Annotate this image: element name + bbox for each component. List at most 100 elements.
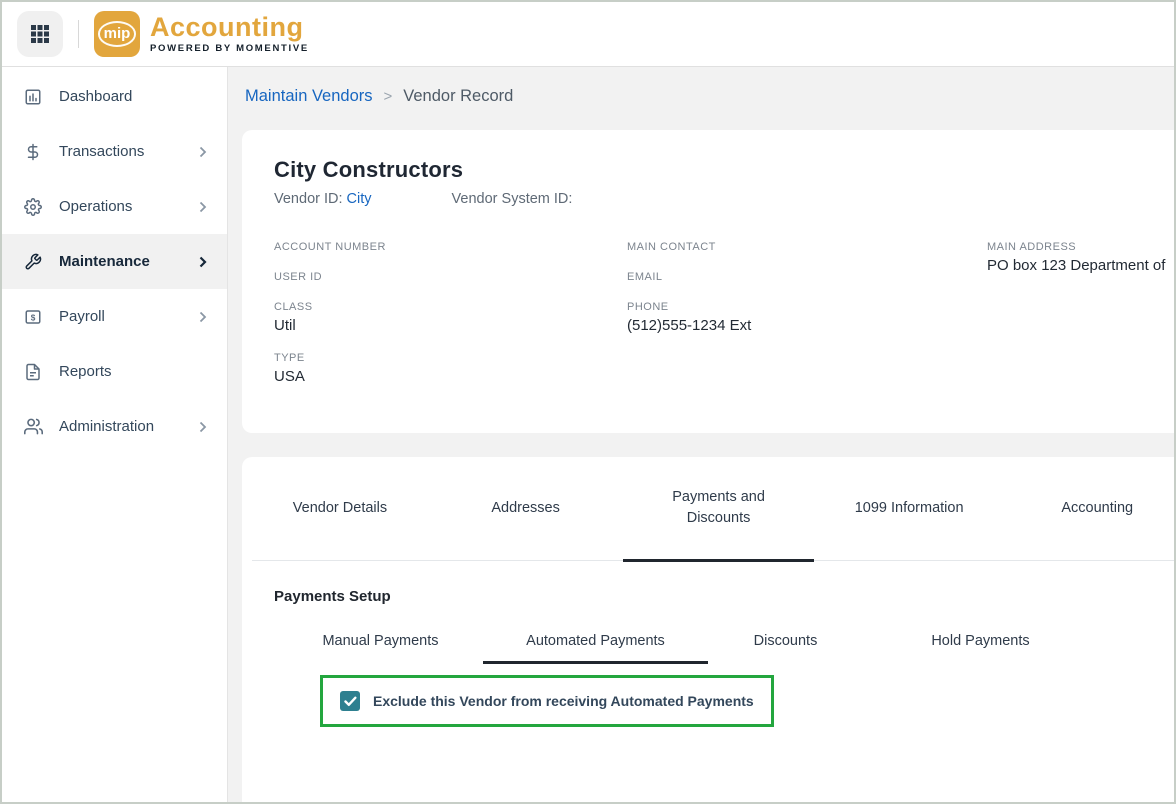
tab-addresses[interactable]: Addresses	[428, 457, 623, 562]
field-label: EMAIL	[627, 271, 987, 283]
subtab-automated-payments[interactable]: Automated Payments	[483, 617, 708, 664]
field-label: ACCOUNT NUMBER	[274, 241, 627, 253]
main-content: Maintain Vendors > Vendor Record City Co…	[228, 67, 1174, 802]
chevron-right-icon	[199, 311, 207, 323]
sidebar-item-label: Maintenance	[59, 253, 150, 270]
vendor-id: Vendor ID: City	[274, 191, 372, 207]
field-account-number: ACCOUNT NUMBER	[274, 241, 627, 253]
field-label: TYPE	[274, 352, 627, 364]
breadcrumb-link-maintain-vendors[interactable]: Maintain Vendors	[245, 87, 373, 106]
vendor-fields: ACCOUNT NUMBER USER ID CLASS Util TYPE U…	[274, 241, 1158, 403]
field-user-id: USER ID	[274, 271, 627, 283]
breadcrumb: Maintain Vendors > Vendor Record	[245, 87, 1174, 106]
gear-icon	[24, 198, 46, 216]
payroll-dollar-icon: $	[24, 308, 46, 326]
field-main-address: MAIN ADDRESS PO box 123 Department of	[987, 241, 1158, 274]
vendor-id-row: Vendor ID: City Vendor System ID:	[274, 191, 1158, 207]
dollar-icon	[24, 143, 46, 161]
top-bar: mip Accounting POWERED BY MOMENTIVE	[2, 2, 1174, 67]
vendor-id-link[interactable]: City	[347, 191, 372, 207]
field-email: EMAIL	[627, 271, 987, 283]
sidebar-item-label: Payroll	[59, 308, 105, 325]
header-divider	[78, 20, 79, 48]
chevron-right-icon	[199, 201, 207, 213]
document-icon	[24, 363, 46, 381]
brand-tagline: POWERED BY MOMENTIVE	[150, 43, 309, 54]
field-label: MAIN CONTACT	[627, 241, 987, 253]
field-label: USER ID	[274, 271, 627, 283]
svg-text:$: $	[31, 313, 36, 322]
field-value: USA	[274, 368, 627, 385]
sidebar-item-maintenance[interactable]: Maintenance	[2, 234, 227, 289]
field-label: MAIN ADDRESS	[987, 241, 1158, 253]
field-main-contact: MAIN CONTACT	[627, 241, 987, 253]
payments-setup-heading: Payments Setup	[274, 588, 1174, 605]
chevron-right-icon	[199, 146, 207, 158]
wrench-icon	[24, 253, 46, 271]
brand-block: Accounting POWERED BY MOMENTIVE	[150, 14, 309, 54]
subtab-label: Discounts	[754, 633, 818, 649]
app-window: mip Accounting POWERED BY MOMENTIVE Dash…	[0, 0, 1176, 804]
tab-accounting[interactable]: Accounting	[1004, 457, 1174, 562]
dashboard-icon	[24, 88, 46, 106]
vendor-tabs: Vendor Details Addresses Payments and Di…	[252, 457, 1174, 561]
grid-icon	[29, 23, 51, 45]
field-phone: PHONE (512)555-1234 Ext	[627, 301, 987, 334]
vendor-summary-card: City Constructors Vendor ID: City Vendor…	[242, 130, 1174, 433]
checkmark-icon	[344, 696, 357, 707]
subtab-discounts[interactable]: Discounts	[708, 617, 863, 664]
sidebar-item-label: Reports	[59, 363, 112, 380]
subtab-hold-payments[interactable]: Hold Payments	[863, 617, 1098, 664]
field-label: CLASS	[274, 301, 627, 313]
sidebar-item-reports[interactable]: Reports	[2, 344, 227, 399]
sidebar-item-operations[interactable]: Operations	[2, 179, 227, 234]
chevron-right-icon	[199, 256, 207, 268]
tab-vendor-details[interactable]: Vendor Details	[252, 457, 428, 562]
sidebar-nav: Dashboard Transactions Operations	[2, 67, 228, 802]
mip-logo-text: mip	[98, 21, 137, 47]
tab-label: Vendor Details	[293, 500, 387, 516]
breadcrumb-current: Vendor Record	[403, 87, 513, 106]
vendor-fields-column-3: MAIN ADDRESS PO box 123 Department of	[987, 241, 1158, 403]
field-type: TYPE USA	[274, 352, 627, 385]
vendor-system-id-label: Vendor System ID:	[452, 191, 573, 207]
app-launcher-button[interactable]	[17, 11, 63, 57]
field-class: CLASS Util	[274, 301, 627, 334]
sidebar-item-label: Dashboard	[59, 88, 132, 105]
subtab-label: Hold Payments	[931, 633, 1029, 649]
exclude-vendor-checkbox[interactable]	[340, 691, 360, 711]
field-value: (512)555-1234 Ext	[627, 317, 987, 334]
exclude-vendor-checkbox-label[interactable]: Exclude this Vendor from receiving Autom…	[373, 693, 754, 709]
exclude-vendor-highlight-box: Exclude this Vendor from receiving Autom…	[320, 675, 774, 727]
vendor-fields-column-1: ACCOUNT NUMBER USER ID CLASS Util TYPE U…	[274, 241, 627, 403]
vendor-fields-column-2: MAIN CONTACT EMAIL PHONE (512)555-1234 E…	[627, 241, 987, 403]
vendor-detail-card: Vendor Details Addresses Payments and Di…	[242, 457, 1174, 802]
tab-label: Addresses	[491, 500, 560, 516]
subtab-manual-payments[interactable]: Manual Payments	[278, 617, 483, 664]
breadcrumb-separator: >	[384, 88, 393, 105]
payments-subtabs: Manual Payments Automated Payments Disco…	[278, 617, 1174, 664]
tab-payments-and-discounts[interactable]: Payments and Discounts	[623, 457, 814, 562]
mip-logo: mip	[94, 11, 140, 57]
tab-1099-information[interactable]: 1099 Information	[814, 457, 1005, 562]
users-icon	[24, 417, 46, 436]
sidebar-item-payroll[interactable]: $ Payroll	[2, 289, 227, 344]
vendor-name: City Constructors	[274, 157, 1158, 183]
vendor-id-label: Vendor ID:	[274, 191, 343, 207]
field-value: PO box 123 Department of	[987, 257, 1158, 274]
tab-label: 1099 Information	[855, 500, 964, 516]
tab-label: Payments and Discounts	[661, 487, 776, 529]
sidebar-item-transactions[interactable]: Transactions	[2, 124, 227, 179]
field-label: PHONE	[627, 301, 987, 313]
sidebar-item-dashboard[interactable]: Dashboard	[2, 69, 227, 124]
sidebar-item-label: Administration	[59, 418, 154, 435]
sidebar-item-label: Transactions	[59, 143, 144, 160]
subtab-label: Manual Payments	[322, 633, 438, 649]
subtab-label: Automated Payments	[526, 633, 665, 649]
sidebar-item-label: Operations	[59, 198, 132, 215]
field-value: Util	[274, 317, 627, 334]
tab-label: Accounting	[1061, 500, 1133, 516]
app-title: Accounting	[150, 14, 309, 41]
chevron-right-icon	[199, 421, 207, 433]
sidebar-item-administration[interactable]: Administration	[2, 399, 227, 454]
